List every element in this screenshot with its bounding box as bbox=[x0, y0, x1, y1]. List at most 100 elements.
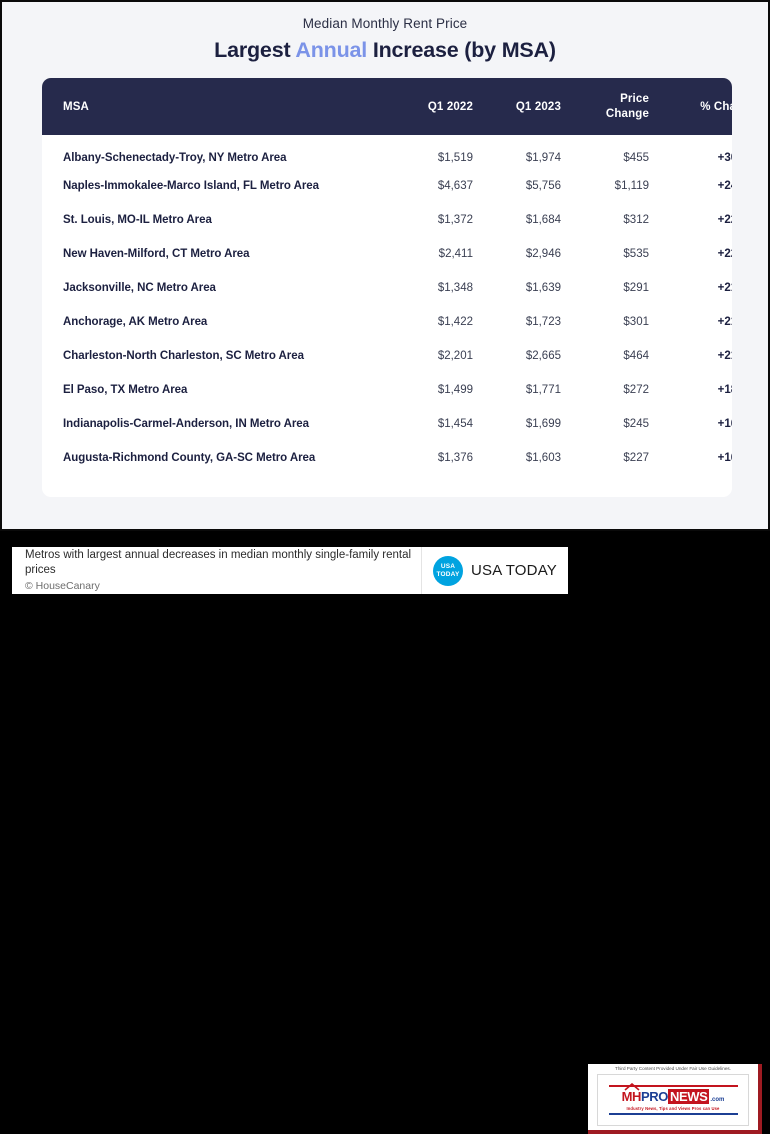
headline-part-after: Increase (by MSA) bbox=[367, 38, 556, 62]
row-q1-2022: $2,411 bbox=[438, 248, 473, 260]
table-row: Augusta-Richmond County, GA-SC Metro Are… bbox=[42, 441, 732, 475]
row-msa: Charleston-North Charleston, SC Metro Ar… bbox=[63, 350, 304, 362]
table-body: Albany-Schenectady-Troy, NY Metro Area $1… bbox=[42, 135, 732, 475]
row-pct-change: +24.1% bbox=[717, 180, 732, 192]
row-q1-2023: $1,974 bbox=[525, 152, 561, 164]
usa-today-wordmark: USA TODAY bbox=[471, 562, 557, 579]
row-price-change: $272 bbox=[623, 384, 649, 396]
row-msa: Indianapolis-Carmel-Anderson, IN Metro A… bbox=[63, 418, 309, 430]
row-msa: Naples-Immokalee-Marco Island, FL Metro … bbox=[63, 180, 319, 192]
row-q1-2023: $1,684 bbox=[525, 214, 561, 226]
caption-text: Metros with largest annual decreases in … bbox=[12, 548, 421, 593]
row-q1-2023: $1,639 bbox=[525, 282, 561, 294]
row-q1-2023: $2,665 bbox=[525, 350, 561, 362]
page-title: Largest Annual Increase (by MSA) bbox=[2, 38, 768, 63]
row-price-change: $455 bbox=[623, 152, 649, 164]
column-header-q1-2023: Q1 2023 bbox=[515, 100, 561, 113]
row-price-change: $464 bbox=[623, 350, 649, 362]
usa-today-logo: USA TODAY USA TODAY bbox=[421, 547, 568, 594]
row-msa: St. Louis, MO-IL Metro Area bbox=[63, 214, 212, 226]
table-row: Charleston-North Charleston, SC Metro Ar… bbox=[42, 339, 732, 373]
row-pct-change: +22.7% bbox=[717, 214, 732, 226]
table-header: MSA Q1 2022 Q1 2023 PriceChange % Change bbox=[42, 78, 732, 135]
row-price-change: $291 bbox=[623, 282, 649, 294]
row-pct-change: +22.2% bbox=[717, 248, 732, 260]
row-pct-change: +21.6% bbox=[717, 282, 732, 294]
row-q1-2022: $1,372 bbox=[437, 214, 473, 226]
table-row: Jacksonville, NC Metro Area $1,348 $1,639 $… bbox=[42, 271, 732, 305]
rent-table-card: MSA Q1 2022 Q1 2023 PriceChange % Change… bbox=[42, 78, 732, 497]
row-price-change: $301 bbox=[623, 316, 649, 328]
table-header-row: MSA Q1 2022 Q1 2023 PriceChange % Change bbox=[42, 78, 732, 135]
rent-table: MSA Q1 2022 Q1 2023 PriceChange % Change… bbox=[42, 78, 732, 475]
row-q1-2022: $1,376 bbox=[437, 452, 473, 464]
row-price-change: $312 bbox=[623, 214, 649, 226]
chart-kicker: Median Monthly Rent Price bbox=[302, 16, 468, 31]
usa-today-circle-line2: TODAY bbox=[436, 570, 460, 578]
row-pct-change: +18.2% bbox=[717, 384, 732, 396]
row-q1-2023: $1,771 bbox=[525, 384, 561, 396]
table-row: Anchorage, AK Metro Area $1,422 $1,723 $301… bbox=[42, 305, 732, 339]
table-row: Albany-Schenectady-Troy, NY Metro Area $1… bbox=[42, 135, 732, 169]
bottom-bar: Metros with largest annual decreases in … bbox=[0, 531, 770, 1134]
price-change-label-line2: Change bbox=[605, 107, 649, 120]
logo-text-mh: MH bbox=[621, 1088, 642, 1104]
logo-text-pro: PRO bbox=[641, 1088, 668, 1104]
row-pct-change: +16.9% bbox=[717, 418, 732, 430]
row-q1-2022: $1,454 bbox=[437, 418, 473, 430]
table-row: El Paso, TX Metro Area $1,499 $1,771 $272 +1… bbox=[42, 373, 732, 407]
mhpronews-badge: Third Party Content Provided Under Fair … bbox=[588, 1064, 762, 1134]
row-pct-change: +21.2% bbox=[717, 316, 732, 328]
caption-description: Metros with largest annual decreases in … bbox=[25, 548, 412, 577]
table-row: St. Louis, MO-IL Metro Area $1,372 $1,684 $… bbox=[42, 203, 732, 237]
row-q1-2022: $1,348 bbox=[437, 282, 473, 294]
row-q1-2023: $1,603 bbox=[525, 452, 561, 464]
row-pct-change: +30.0% bbox=[717, 152, 732, 164]
row-q1-2022: $4,637 bbox=[437, 180, 473, 192]
logo-rule-bottom bbox=[608, 1112, 738, 1115]
row-msa: El Paso, TX Metro Area bbox=[63, 384, 188, 396]
row-price-change: $227 bbox=[623, 452, 649, 464]
table-row: Indianapolis-Carmel-Anderson, IN Metro A… bbox=[42, 407, 732, 441]
caption-credit: © HouseCanary bbox=[25, 579, 100, 592]
column-header-q1-2022: Q1 2022 bbox=[427, 100, 473, 113]
row-pct-change: +21.1% bbox=[717, 350, 732, 362]
logo-text-news: NEWS bbox=[667, 1088, 710, 1104]
logo-text-com: .com bbox=[710, 1096, 725, 1103]
caption-bar: Metros with largest annual decreases in … bbox=[12, 547, 568, 594]
mhpronews-wordmark: MH PRO NEWS .com bbox=[621, 1082, 725, 1104]
fair-use-note: Third Party Content Provided Under Fair … bbox=[615, 1065, 731, 1072]
column-header-pct-change: % Change bbox=[700, 100, 732, 113]
price-change-label-line1: Price bbox=[620, 93, 649, 106]
row-price-change: $1,119 bbox=[614, 180, 649, 192]
mhpronews-logo: MH PRO NEWS .com Industry News, Tips and… bbox=[597, 1073, 749, 1126]
row-q1-2023: $1,723 bbox=[525, 316, 561, 328]
usa-today-circle-icon: USA TODAY bbox=[433, 555, 463, 586]
row-pct-change: +16.5% bbox=[717, 452, 732, 464]
row-q1-2022: $1,519 bbox=[437, 152, 473, 164]
row-q1-2023: $1,699 bbox=[525, 418, 561, 430]
row-msa: New Haven-Milford, CT Metro Area bbox=[63, 248, 250, 260]
row-q1-2023: $2,946 bbox=[525, 248, 561, 260]
headline-part-before: Largest bbox=[214, 38, 296, 62]
row-msa: Anchorage, AK Metro Area bbox=[63, 316, 208, 328]
row-msa: Augusta-Richmond County, GA-SC Metro Are… bbox=[63, 452, 316, 464]
house-roof-icon bbox=[624, 1082, 640, 1091]
row-q1-2023: $5,756 bbox=[525, 180, 561, 192]
row-q1-2022: $1,499 bbox=[437, 384, 473, 396]
column-header-price-change: Price Change bbox=[565, 78, 661, 135]
row-msa: Albany-Schenectady-Troy, NY Metro Area bbox=[63, 152, 287, 164]
table-row: Naples-Immokalee-Marco Island, FL Metro … bbox=[42, 169, 732, 203]
mhpronews-tagline: Industry News, Tips and Views Pros can U… bbox=[626, 1105, 720, 1111]
row-q1-2022: $2,201 bbox=[437, 350, 473, 362]
title-block: Median Monthly Rent Price Largest Annual… bbox=[2, 2, 768, 63]
row-msa: Jacksonville, NC Metro Area bbox=[63, 282, 216, 294]
usa-today-circle-line1: USA bbox=[440, 563, 456, 571]
table-row: New Haven-Milford, CT Metro Area $2,411 $2… bbox=[42, 237, 732, 271]
headline-accent-word: Annual bbox=[295, 38, 368, 62]
row-price-change: $245 bbox=[623, 418, 649, 430]
row-q1-2022: $1,422 bbox=[437, 316, 473, 328]
row-price-change: $535 bbox=[623, 248, 649, 260]
infographic-panel: Median Monthly Rent Price Largest Annual… bbox=[0, 0, 770, 531]
column-header-msa: MSA bbox=[63, 100, 90, 113]
